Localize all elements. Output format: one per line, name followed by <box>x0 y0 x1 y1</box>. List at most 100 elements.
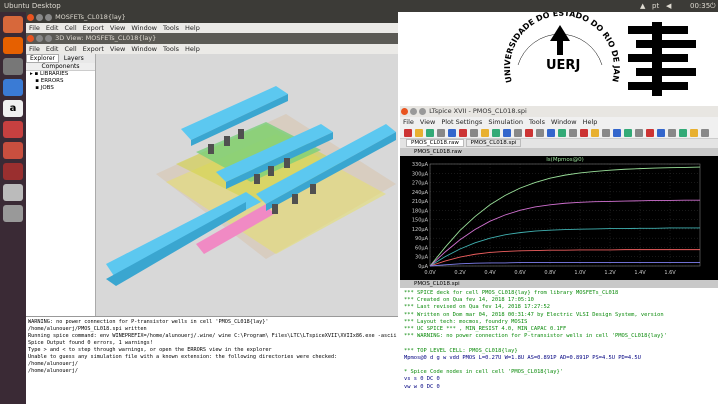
netlist-line: *** TOP LEVEL CELL: PMOS_CL018{lay} <box>404 347 518 354</box>
menu-item-plot-settings[interactable]: Plot Settings <box>441 118 482 126</box>
minimize-icon[interactable] <box>36 14 43 21</box>
3d-view-title-text: 3D View: MOSFETs_CL018{lay} <box>55 34 157 42</box>
home-folder-icon[interactable] <box>3 16 23 33</box>
menu-item-file[interactable]: File <box>29 45 40 53</box>
toolbar-button[interactable] <box>481 129 489 137</box>
electric-icon[interactable] <box>3 163 23 180</box>
message-line: WARNING: no power connection for P-trans… <box>28 319 269 325</box>
menu-item-window[interactable]: Window <box>131 24 157 32</box>
toolbar-button[interactable] <box>426 129 434 137</box>
toolbar-button[interactable] <box>536 129 544 137</box>
toolbar-button[interactable] <box>514 129 522 137</box>
ubuntu-one-icon[interactable] <box>3 142 23 159</box>
toolbar-button[interactable] <box>602 129 610 137</box>
drive-icon[interactable] <box>3 184 23 201</box>
tree-item-jobs[interactable]: ▪ JOBS <box>30 85 95 92</box>
toolbar-button[interactable] <box>525 129 533 137</box>
toolbar-button[interactable] <box>635 129 643 137</box>
netlist-line: * Spice Code nodes in cell cell 'PMOS_CL… <box>404 369 564 376</box>
files-icon[interactable] <box>3 58 23 75</box>
toolbar-button[interactable] <box>580 129 588 137</box>
toolbar-button[interactable] <box>437 129 445 137</box>
toolbar-button[interactable] <box>470 129 478 137</box>
series-line-2 <box>429 227 700 267</box>
tree-item-errors[interactable]: ▪ ERRORS <box>30 78 95 85</box>
menu-item-tools[interactable]: Tools <box>529 118 545 126</box>
toolbar-button[interactable] <box>503 129 511 137</box>
toolbar-button[interactable] <box>679 129 687 137</box>
maximize-icon[interactable] <box>45 35 52 42</box>
toolbar-button[interactable] <box>701 129 709 137</box>
tab-raw[interactable]: PMOS_CL018.raw <box>406 139 464 147</box>
message-line: Type > and < to step through warnings, o… <box>28 347 272 353</box>
ltspice-title-text: LTspice XVII - PMOS_CL018.spi <box>429 107 527 115</box>
close-icon[interactable] <box>401 108 408 115</box>
y-tick-label: 180µA <box>412 208 429 214</box>
menu-item-edit[interactable]: Edit <box>46 24 59 32</box>
netlist-line: Mpmos@0 d g w vdd PMOS L=0.27U W=1.8U AS… <box>404 354 641 361</box>
menu-item-cell[interactable]: Cell <box>64 24 76 32</box>
close-icon[interactable] <box>27 14 34 21</box>
tree-item-libraries[interactable]: ▸ ▪ LIBRARIES <box>30 71 95 78</box>
menu-item-cell[interactable]: Cell <box>64 45 76 53</box>
toolbar-button[interactable] <box>690 129 698 137</box>
menu-item-view[interactable]: View <box>420 118 435 126</box>
close-icon[interactable] <box>27 35 34 42</box>
volume-icon[interactable]: ◀ <box>666 0 671 12</box>
message-line: /home/alunouerj/ <box>28 361 78 367</box>
svg-text:UNIVERSIDADE DO ESTADO DO RIO: UNIVERSIDADE DO ESTADO DO RIO DE JANEIRO <box>400 12 621 84</box>
message-line: Running spice command: env WINEPREFIX=/h… <box>28 333 398 339</box>
menu-item-tools[interactable]: Tools <box>163 45 179 53</box>
y-tick-label: 120µA <box>412 227 429 233</box>
maximize-icon[interactable] <box>45 14 52 21</box>
power-icon[interactable]: ⏻ <box>710 0 716 12</box>
toolbar-button[interactable] <box>569 129 577 137</box>
menu-item-file[interactable]: File <box>403 118 414 126</box>
toolbar-button[interactable] <box>668 129 676 137</box>
menu-item-edit[interactable]: Edit <box>46 45 59 53</box>
menu-item-window[interactable]: Window <box>131 45 157 53</box>
spice-netlist-editor[interactable]: *** SPICE deck for cell PMOS_CL018{lay} … <box>400 288 718 404</box>
menu-item-help[interactable]: Help <box>185 45 200 53</box>
toolbar-button[interactable] <box>448 129 456 137</box>
tab-layers[interactable]: Layers <box>61 55 87 62</box>
tab-spi[interactable]: PMOS_CL018.spi <box>465 139 522 147</box>
messages-console[interactable]: WARNING: no power connection for P-trans… <box>26 316 398 404</box>
x-tick-label: 0.4V <box>484 270 496 276</box>
clock[interactable]: 00:35 <box>690 0 710 12</box>
toolbar-button[interactable] <box>591 129 599 137</box>
maximize-icon[interactable] <box>419 108 426 115</box>
toolbar-button[interactable] <box>657 129 665 137</box>
firefox-icon[interactable] <box>3 37 23 54</box>
toolbar-button[interactable] <box>613 129 621 137</box>
toolbar-button[interactable] <box>624 129 632 137</box>
menu-item-export[interactable]: Export <box>83 45 104 53</box>
menu-item-view[interactable]: View <box>110 45 125 53</box>
toolbar-button[interactable] <box>646 129 654 137</box>
drive2-icon[interactable] <box>3 205 23 222</box>
tab-explorer[interactable]: Explorer <box>26 54 59 63</box>
network-icon[interactable]: ▲ <box>640 0 645 12</box>
settings-icon[interactable] <box>3 121 23 138</box>
toolbar-button[interactable] <box>492 129 500 137</box>
toolbar-button[interactable] <box>558 129 566 137</box>
menu-item-help[interactable]: Help <box>583 118 598 126</box>
amazon-icon[interactable]: a <box>3 100 23 117</box>
menu-item-view[interactable]: View <box>110 24 125 32</box>
libreoffice-icon[interactable] <box>3 79 23 96</box>
menu-item-export[interactable]: Export <box>83 24 104 32</box>
toolbar-button[interactable] <box>415 129 423 137</box>
menu-item-file[interactable]: File <box>29 24 40 32</box>
minimize-icon[interactable] <box>410 108 417 115</box>
toolbar-button[interactable] <box>547 129 555 137</box>
toolbar-button[interactable] <box>404 129 412 137</box>
menu-item-tools[interactable]: Tools <box>163 24 179 32</box>
3d-view-canvas[interactable] <box>96 54 398 316</box>
plot-area[interactable]: Is(Mpmos@0) 330µA 300µA 270µA 240µA 210µA 180µ… <box>400 156 718 280</box>
menu-item-window[interactable]: Window <box>551 118 577 126</box>
minimize-icon[interactable] <box>36 35 43 42</box>
menu-item-help[interactable]: Help <box>185 24 200 32</box>
menu-item-simulation[interactable]: Simulation <box>488 118 523 126</box>
lang-indicator[interactable]: pt <box>652 0 659 12</box>
toolbar-button[interactable] <box>459 129 467 137</box>
